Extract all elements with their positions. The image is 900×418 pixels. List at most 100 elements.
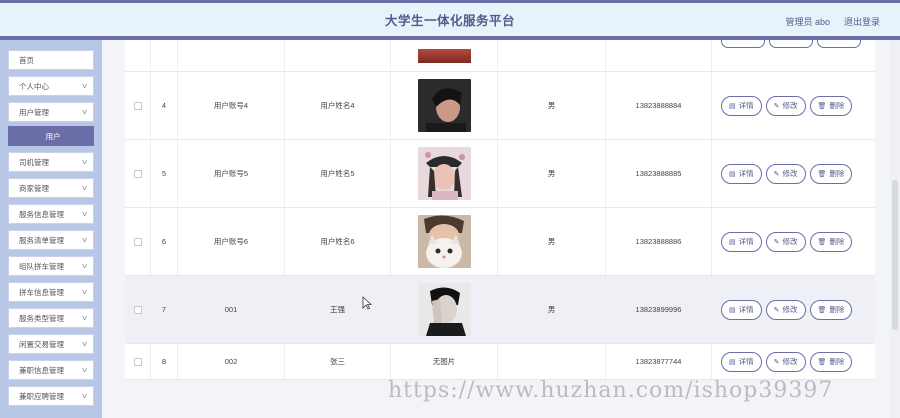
edit-label: 修改 — [782, 101, 798, 110]
delete-button[interactable]: 🗑 删除 — [809, 231, 853, 252]
detail-label: 详情 — [738, 101, 754, 110]
detail-button[interactable]: ▤ 详情 — [721, 351, 762, 372]
detail-button[interactable]: ▤ 详情 — [721, 299, 762, 320]
user-gender: 男 — [498, 208, 606, 275]
delete-label: 删除 — [829, 101, 845, 110]
delete-button[interactable]: 🗑 删除 — [809, 351, 853, 372]
sidebar-item-parttime-apply[interactable]: 兼职应聘管理 ∨ — [8, 386, 94, 406]
delete-label: 删除 — [829, 357, 845, 366]
sidebar-item-service-type[interactable]: 服务类型管理 ∨ — [8, 308, 94, 328]
main-content: 4 用户账号4 用户姓名4 男 13823888884 ▤ 详情 ✎ 修改 🗑 删除 … — [102, 40, 900, 418]
sidebar-item-personal-center[interactable]: 个人中心 ∨ — [8, 76, 94, 96]
edit-button[interactable]: ✎ 修改 — [765, 351, 806, 372]
delete-button[interactable] — [817, 40, 861, 48]
user-phone: 13823888886 — [606, 208, 712, 275]
sidebar-item-label: 服务类型管理 — [19, 313, 64, 323]
sidebar-item-service-info[interactable]: 服务信息管理 ∨ — [8, 204, 94, 224]
user-gender: 男 — [498, 276, 606, 343]
sidebar-item-service-list[interactable]: 服务清单管理 ∨ — [8, 230, 94, 250]
detail-label: 详情 — [738, 237, 754, 246]
sidebar-item-label: 用户管理 — [19, 107, 49, 117]
delete-button[interactable]: 🗑 删除 — [809, 95, 853, 116]
sidebar-item-idle-trade[interactable]: 闲置交易管理 ∨ — [8, 334, 94, 354]
chevron-down-icon: ∨ — [80, 185, 89, 192]
sidebar-subitem-user[interactable]: 用户 — [8, 126, 94, 146]
sidebar-item-label: 商家管理 — [19, 183, 49, 193]
sidebar-item-parttime-info[interactable]: 兼职信息管理 ∨ — [8, 360, 94, 380]
sidebar-item-label: 兼职应聘管理 — [19, 391, 64, 401]
table-row: 7 001 王强 男 13823899996 ▤ 详情 ✎ 修改 🗑 删除 — [125, 276, 875, 344]
sidebar-item-carpool-info[interactable]: 拼车信息管理 ∨ — [8, 282, 94, 302]
detail-label: 详情 — [738, 305, 754, 314]
user-account: 用户账号5 — [178, 140, 285, 207]
scrollbar-thumb[interactable] — [892, 180, 898, 330]
sidebar-item-home[interactable]: 首页 — [8, 50, 94, 70]
detail-button[interactable]: ▤ 详情 — [721, 231, 762, 252]
sidebar-item-label: 兼职信息管理 — [19, 365, 64, 375]
user-phone: 13823899996 — [606, 276, 712, 343]
current-user-label: 管理员 abo — [785, 17, 830, 27]
delete-button[interactable]: 🗑 删除 — [809, 163, 853, 184]
row-checkbox[interactable] — [133, 305, 142, 314]
user-account: 002 — [178, 344, 285, 379]
edit-icon: ✎ — [773, 102, 780, 110]
detail-icon: ▤ — [729, 170, 736, 178]
user-photo — [417, 215, 471, 268]
sidebar-item-driver-management[interactable]: 司机管理 ∨ — [8, 152, 94, 172]
sidebar-item-label: 组队拼车管理 — [19, 261, 64, 271]
edit-button[interactable]: ✎ 修改 — [765, 95, 806, 116]
sidebar-item-label: 个人中心 — [19, 81, 49, 91]
row-checkbox[interactable] — [133, 237, 142, 246]
sidebar-item-user-management[interactable]: 用户管理 ∨ — [8, 102, 94, 122]
sidebar-item-carpool-team[interactable]: 组队拼车管理 ∨ — [8, 256, 94, 276]
row-checkbox[interactable] — [133, 357, 142, 366]
sidebar-item-label: 拼车信息管理 — [19, 287, 64, 297]
table-row: 8 002 张三 无图片 13823877744 ▤ 详情 ✎ 修改 🗑 删除 — [125, 344, 875, 380]
edit-button[interactable]: ✎ 修改 — [765, 231, 806, 252]
edit-button[interactable]: ✎ 修改 — [765, 299, 806, 320]
page-scrollbar[interactable] — [890, 40, 900, 418]
logout-link[interactable]: 退出登录 — [844, 15, 880, 28]
row-index: 4 — [151, 72, 178, 139]
sidebar-item-merchant-management[interactable]: 商家管理 ∨ — [8, 178, 94, 198]
row-checkbox[interactable] — [133, 169, 142, 178]
chevron-down-icon: ∨ — [80, 211, 89, 218]
chevron-down-icon: ∨ — [80, 289, 89, 296]
delete-label: 删除 — [829, 169, 845, 178]
chevron-down-icon: ∨ — [80, 159, 89, 166]
sidebar-menu: 首页 个人中心 ∨ 用户管理 ∨ 用户 司机管理 ∨ 商家管理 ∨ 服务信息管理 ∨ 服务… — [0, 40, 102, 418]
chevron-down-icon: ∨ — [80, 393, 89, 400]
edit-label: 修改 — [782, 357, 798, 366]
detail-icon: ▤ — [729, 238, 736, 246]
detail-button[interactable]: ▤ 详情 — [721, 163, 762, 184]
user-name: 用户姓名6 — [285, 208, 391, 275]
detail-icon: ▤ — [729, 358, 736, 366]
trash-icon: 🗑 — [817, 170, 827, 178]
sidebar-item-label: 闲置交易管理 — [19, 339, 64, 349]
detail-button[interactable]: ▤ 详情 — [721, 95, 762, 116]
user-photo — [417, 283, 471, 336]
row-checkbox[interactable] — [133, 101, 142, 110]
trash-icon: 🗑 — [817, 306, 827, 314]
sidebar-item-label: 服务信息管理 — [19, 209, 64, 219]
delete-button[interactable]: 🗑 删除 — [809, 299, 853, 320]
row-index: 5 — [151, 140, 178, 207]
user-name: 张三 — [285, 344, 391, 379]
edit-button[interactable] — [769, 40, 813, 48]
user-photo — [417, 147, 471, 200]
user-account: 用户账号6 — [178, 208, 285, 275]
detail-label: 详情 — [738, 169, 754, 178]
edit-button[interactable]: ✎ 修改 — [765, 163, 806, 184]
detail-label: 详情 — [738, 357, 754, 366]
sidebar-item-label: 服务清单管理 — [19, 235, 64, 245]
user-gender: 男 — [498, 140, 606, 207]
detail-button[interactable] — [721, 40, 765, 48]
edit-label: 修改 — [782, 305, 798, 314]
user-account: 001 — [178, 276, 285, 343]
chevron-down-icon: ∨ — [80, 263, 89, 270]
row-index: 8 — [151, 344, 178, 379]
watermark-text: https://www.huzhan.com/ishop39397 — [388, 378, 834, 403]
chevron-down-icon: ∨ — [80, 315, 89, 322]
table-row-partial — [125, 40, 875, 72]
chevron-down-icon: ∨ — [80, 83, 89, 90]
